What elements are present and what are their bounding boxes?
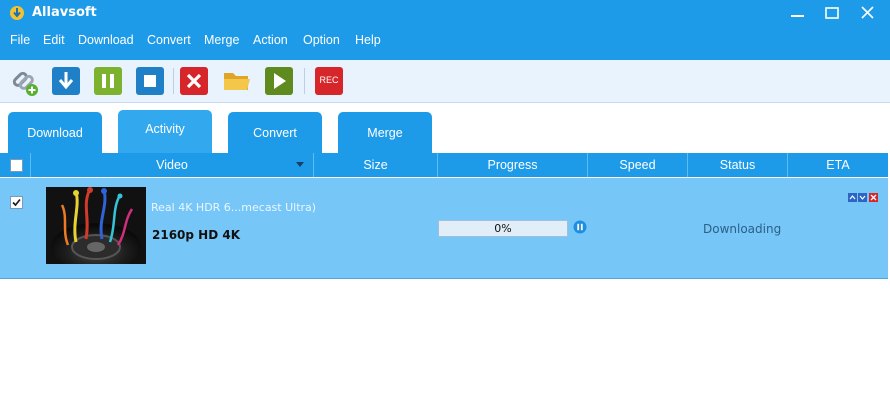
tab-strip: Download Activity Convert Merge	[0, 103, 890, 153]
column-video-label: Video	[156, 158, 188, 172]
record-button[interactable]: REC	[315, 67, 343, 95]
checkmark-icon	[12, 198, 21, 207]
move-down-button[interactable]	[858, 193, 867, 202]
table-row[interactable]: Real 4K HDR 6...mecast Ultra) 2160p HD 4…	[0, 178, 888, 279]
column-size[interactable]: Size	[314, 153, 438, 177]
play-icon	[265, 67, 293, 95]
delete-x-icon	[180, 67, 208, 95]
maximize-button[interactable]	[819, 4, 845, 24]
video-title: Real 4K HDR 6...mecast Ultra)	[151, 201, 317, 214]
row-pause-button[interactable]	[573, 220, 587, 234]
pause-icon	[94, 67, 122, 95]
menu-bar: File Edit Download Convert Merge Action …	[0, 28, 890, 60]
toolbar-separator	[304, 68, 305, 94]
open-folder-button[interactable]	[222, 67, 250, 95]
column-status[interactable]: Status	[688, 153, 788, 177]
select-all-checkbox[interactable]	[10, 159, 23, 172]
column-speed[interactable]: Speed	[588, 153, 688, 177]
video-thumbnail[interactable]	[46, 187, 146, 264]
remove-row-button[interactable]	[869, 193, 878, 202]
column-progress[interactable]: Progress	[438, 153, 588, 177]
progress-percent: 0%	[494, 222, 512, 235]
row-checkbox[interactable]	[10, 196, 23, 209]
app-logo-icon	[10, 6, 24, 20]
menu-file[interactable]: File	[10, 33, 30, 47]
tab-activity[interactable]: Activity	[118, 110, 212, 153]
pause-circle-icon	[573, 220, 587, 234]
paste-url-button[interactable]	[10, 67, 38, 96]
minimize-icon	[791, 15, 804, 17]
arrow-up-icon	[849, 195, 856, 200]
toolbar: REC	[0, 60, 890, 103]
arrow-down-icon	[859, 195, 866, 200]
tab-merge[interactable]: Merge	[338, 112, 432, 153]
close-button[interactable]	[855, 4, 881, 24]
minimize-button[interactable]	[785, 4, 811, 24]
menu-download[interactable]: Download	[78, 33, 134, 47]
menu-merge[interactable]: Merge	[204, 33, 239, 47]
video-thumbnail-image	[46, 187, 146, 264]
toolbar-separator	[173, 68, 174, 94]
menu-edit[interactable]: Edit	[43, 33, 65, 47]
tab-convert[interactable]: Convert	[228, 112, 322, 153]
pause-all-button[interactable]	[94, 67, 122, 95]
download-arrow-icon	[52, 67, 80, 95]
download-progress-bar: 0%	[438, 220, 568, 237]
stop-icon	[136, 67, 164, 95]
stop-button[interactable]	[136, 67, 164, 95]
download-button[interactable]	[52, 67, 80, 95]
close-small-icon	[870, 194, 877, 201]
app-title: Allavsoft	[32, 5, 97, 20]
menu-help[interactable]: Help	[355, 33, 381, 47]
column-eta[interactable]: ETA	[788, 153, 888, 177]
folder-icon	[224, 73, 250, 90]
tab-download[interactable]: Download	[8, 112, 102, 153]
close-icon	[861, 6, 874, 19]
menu-option[interactable]: Option	[303, 33, 340, 47]
video-quality: 2160p HD 4K	[152, 228, 240, 242]
move-up-button[interactable]	[848, 193, 857, 202]
play-button[interactable]	[265, 67, 293, 95]
menu-convert[interactable]: Convert	[147, 33, 191, 47]
link-add-icon	[12, 71, 38, 96]
column-video[interactable]: Video	[31, 153, 314, 177]
row-status: Downloading	[703, 222, 782, 236]
title-bar: Allavsoft	[0, 0, 890, 28]
menu-action[interactable]: Action	[253, 33, 288, 47]
sort-down-icon	[296, 162, 304, 167]
maximize-icon	[825, 7, 839, 19]
delete-button[interactable]	[180, 67, 208, 95]
table-header: Video Size Progress Speed Status ETA	[0, 153, 888, 177]
select-all-cell	[0, 153, 31, 177]
record-label: REC	[319, 75, 339, 85]
